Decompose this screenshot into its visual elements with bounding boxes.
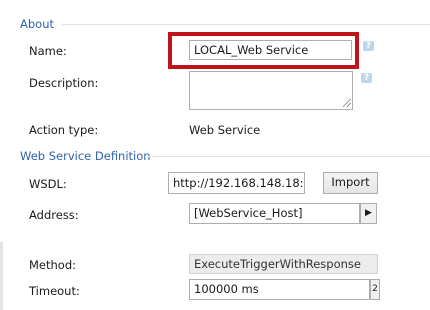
action-type-value: Web Service (189, 123, 261, 137)
highlight-box (168, 32, 359, 69)
method-select[interactable]: ExecuteTriggerWithResponse (189, 254, 378, 274)
help-icon[interactable]: ? (361, 73, 372, 83)
resize-grip-icon[interactable] (343, 99, 351, 107)
address-input[interactable]: [WebService_Host] (189, 203, 360, 224)
wsdl-input[interactable]: http://192.168.148.18:564 (168, 172, 305, 194)
timeout-label: Timeout: (29, 284, 80, 298)
import-button[interactable]: Import (323, 172, 378, 194)
description-textarea[interactable] (189, 71, 353, 110)
timeout-stepper[interactable]: 2 (370, 279, 380, 300)
section-title-web-service-definition: Web Service Definition (20, 149, 151, 163)
section-divider-wsd (147, 156, 430, 157)
address-label: Address: (29, 208, 79, 222)
method-label: Method: (29, 258, 77, 272)
description-label: Description: (29, 76, 99, 90)
section-title-about: About (20, 17, 55, 31)
address-arrow-button[interactable]: ▶ (360, 203, 377, 224)
name-label: Name: (29, 44, 67, 58)
left-panel-edge (0, 242, 3, 310)
section-divider-about (62, 24, 430, 25)
timeout-input[interactable]: 100000 ms (189, 279, 370, 300)
wsdl-label: WSDL: (29, 177, 67, 191)
help-icon[interactable]: ? (363, 41, 374, 51)
action-type-label: Action type: (29, 123, 99, 137)
